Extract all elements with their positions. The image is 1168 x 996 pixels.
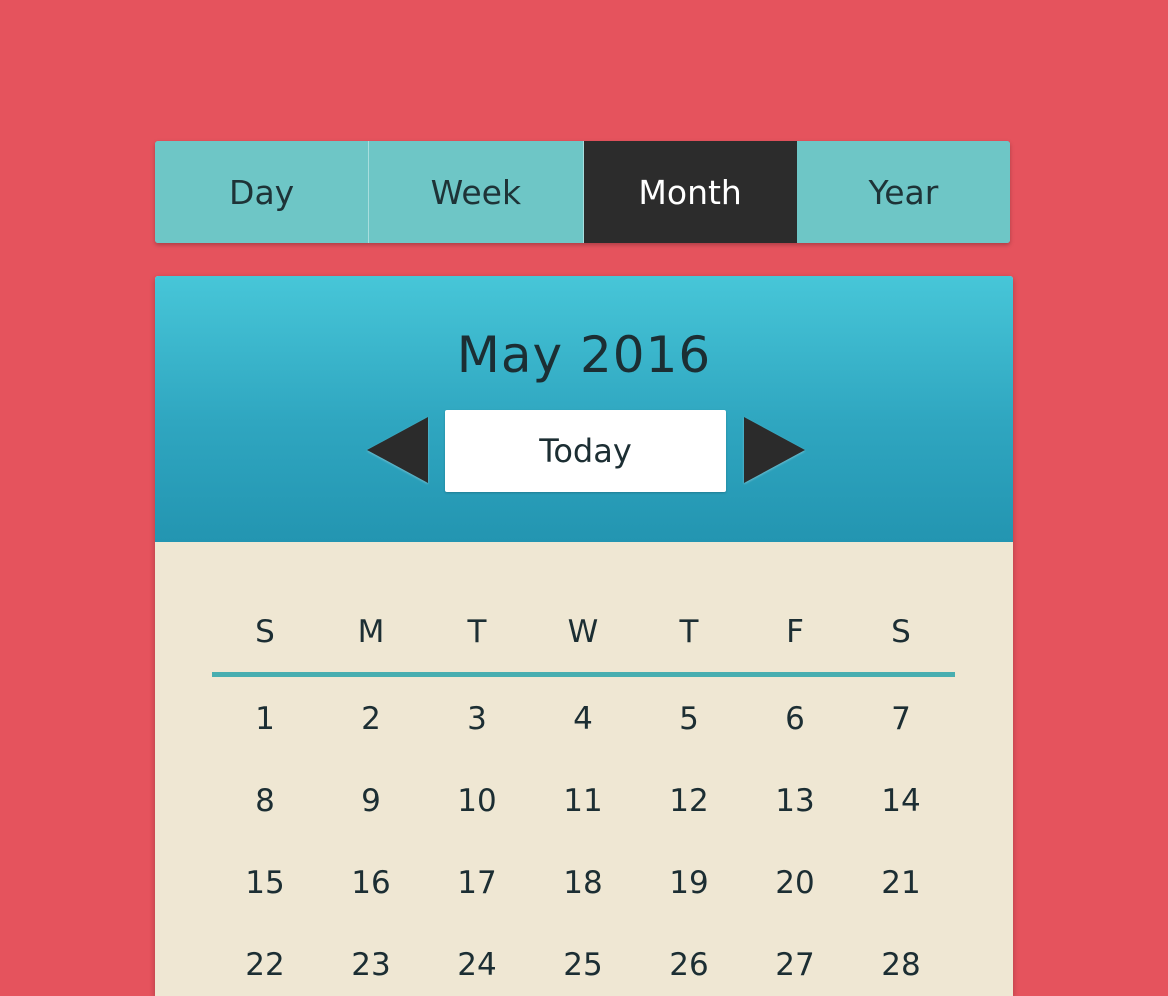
day-cell[interactable]: 7 (848, 697, 954, 779)
day-cell[interactable]: 15 (212, 861, 318, 943)
tab-month[interactable]: Month (583, 141, 797, 243)
calendar-card: May 2016 Today S M T W T F S 1 2 3 4 5 6… (155, 276, 1013, 996)
weekday-thursday: T (679, 614, 699, 650)
day-cell[interactable]: 24 (424, 943, 530, 996)
day-cell[interactable]: 28 (848, 943, 954, 996)
tab-day[interactable]: Day (155, 141, 370, 243)
day-cell[interactable]: 22 (212, 943, 318, 996)
day-cell[interactable]: 26 (636, 943, 742, 996)
day-cell[interactable]: 14 (848, 779, 954, 861)
weekday-sunday: S (255, 614, 275, 650)
day-cell[interactable]: 4 (530, 697, 636, 779)
day-grid: 1 2 3 4 5 6 7 8 9 10 11 12 13 14 15 16 1… (212, 697, 954, 996)
weekday-tuesday: T (467, 614, 487, 650)
day-cell[interactable]: 8 (212, 779, 318, 861)
day-cell[interactable]: 13 (742, 779, 848, 861)
weekday-friday: F (786, 614, 804, 650)
weekday-monday: M (357, 614, 385, 650)
day-cell[interactable]: 23 (318, 943, 424, 996)
month-title: May 2016 (456, 326, 712, 384)
tab-year[interactable]: Year (796, 141, 1010, 243)
day-cell[interactable]: 16 (318, 861, 424, 943)
day-cell[interactable]: 6 (742, 697, 848, 779)
day-cell[interactable]: 19 (636, 861, 742, 943)
day-cell[interactable]: 1 (212, 697, 318, 779)
day-cell[interactable]: 5 (636, 697, 742, 779)
day-cell[interactable]: 11 (530, 779, 636, 861)
day-cell[interactable]: 21 (848, 861, 954, 943)
day-cell[interactable]: 9 (318, 779, 424, 861)
weekday-wednesday: W (567, 614, 599, 650)
day-cell[interactable]: 18 (530, 861, 636, 943)
day-cell[interactable]: 27 (742, 943, 848, 996)
day-cell[interactable]: 25 (530, 943, 636, 996)
day-cell[interactable]: 3 (424, 697, 530, 779)
view-switcher: Day Week Month Year (155, 141, 1010, 243)
previous-month-arrow-icon[interactable] (367, 417, 428, 483)
next-month-arrow-icon[interactable] (744, 417, 805, 483)
day-cell[interactable]: 20 (742, 861, 848, 943)
today-button[interactable]: Today (445, 410, 726, 492)
calendar-header: May 2016 Today (155, 276, 1013, 542)
day-cell[interactable]: 17 (424, 861, 530, 943)
day-cell[interactable]: 12 (636, 779, 742, 861)
weekday-saturday: S (891, 614, 911, 650)
weekday-divider (212, 672, 955, 677)
weekday-header-row: S M T W T F S (212, 614, 954, 650)
tab-week[interactable]: Week (369, 141, 584, 243)
day-cell[interactable]: 2 (318, 697, 424, 779)
day-cell[interactable]: 10 (424, 779, 530, 861)
